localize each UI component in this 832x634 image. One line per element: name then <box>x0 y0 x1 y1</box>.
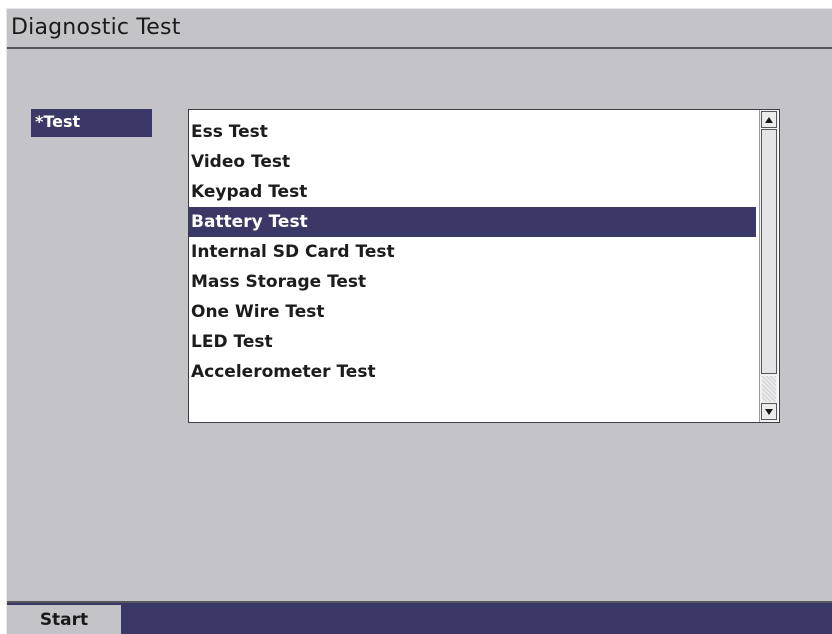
arrow-up-icon <box>765 116 773 123</box>
list-item-video-test[interactable]: Video Test <box>189 147 756 177</box>
list-item-accelerometer-test[interactable]: Accelerometer Test <box>189 357 756 387</box>
start-button[interactable]: Start <box>7 605 121 634</box>
arrow-down-icon <box>765 408 773 415</box>
list-scrollbar[interactable] <box>759 110 778 422</box>
list-item-internal-sd-card-test[interactable]: Internal SD Card Test <box>189 237 756 267</box>
list-item-mass-storage-test[interactable]: Mass Storage Test <box>189 267 756 297</box>
title-bar: Diagnostic Test <box>7 9 832 49</box>
test-field-label: *Test <box>35 112 81 131</box>
page-title: Diagnostic Test <box>11 15 181 40</box>
test-listbox[interactable]: Ess Test Video Test Keypad Test Battery … <box>188 109 780 423</box>
list-item-led-test[interactable]: LED Test <box>189 327 756 357</box>
scrollbar-thumb[interactable] <box>761 129 777 374</box>
softkey-bar: Start <box>7 601 832 634</box>
test-field-label-box: *Test <box>31 109 152 137</box>
diagnostic-test-screen: Diagnostic Test *Test Ess Test Video Tes… <box>6 8 832 634</box>
scroll-down-button[interactable] <box>761 403 777 420</box>
scrollbar-track[interactable] <box>762 376 776 402</box>
scroll-up-button[interactable] <box>761 111 777 128</box>
list-item-one-wire-test[interactable]: One Wire Test <box>189 297 756 327</box>
list-item-keypad-test[interactable]: Keypad Test <box>189 177 756 207</box>
list-item-ess-test[interactable]: Ess Test <box>189 117 756 147</box>
list-item-battery-test[interactable]: Battery Test <box>189 207 756 237</box>
